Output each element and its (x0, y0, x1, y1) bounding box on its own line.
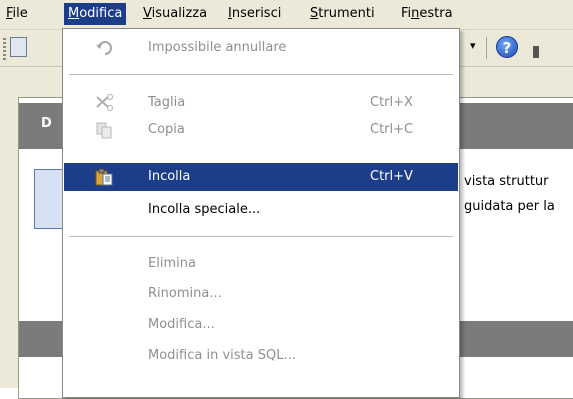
menu-modifica[interactable]: Modifica (64, 3, 127, 25)
menu-item-paste-special[interactable]: Incolla speciale... (64, 196, 458, 224)
menu-item-label: Taglia (148, 95, 186, 110)
menu-bar: File Modifica Visualizza Inserisci Strum… (0, 0, 573, 30)
menu-finestra-a: Fi (401, 6, 412, 21)
task-text-1[interactable]: vista struttur (464, 174, 549, 189)
menu-modifica-rest: odifica (79, 6, 123, 21)
menu-item-label: Rinomina... (148, 286, 222, 301)
toolbar-separator (486, 37, 487, 59)
section-header-label: D (41, 116, 52, 131)
menu-item-shortcut: Ctrl+V (370, 169, 413, 184)
menu-item-copy[interactable]: Copia Ctrl+C (64, 116, 458, 144)
menu-item-undo[interactable]: Impossibile annullare (64, 34, 458, 62)
menu-item-delete[interactable]: Elimina (64, 250, 458, 278)
toolbar-overflow-icon[interactable] (533, 46, 539, 58)
menu-strumenti[interactable]: Strumenti (306, 3, 379, 25)
dropdown-arrow-icon[interactable]: ▾ (470, 39, 476, 52)
menu-item-label: Copia (148, 122, 185, 137)
menu-finestra-b: estra (419, 6, 453, 21)
menu-item-paste[interactable]: Incolla Ctrl+V (64, 163, 458, 191)
new-document-icon[interactable] (10, 37, 27, 57)
menu-item-cut[interactable]: Taglia Ctrl+X (64, 89, 458, 117)
menu-item-label: Incolla (148, 169, 191, 184)
copy-icon (96, 122, 112, 139)
paste-icon (95, 168, 113, 186)
menu-file[interactable]: File (2, 3, 32, 25)
menu-separator (69, 236, 453, 237)
menu-item-edit-sql[interactable]: Modifica in vista SQL... (64, 342, 458, 370)
menu-inserisci-rest: nserisci (231, 6, 282, 21)
menu-file-rest: ile (12, 6, 28, 21)
scissors-icon (96, 94, 113, 111)
menu-item-shortcut: Ctrl+C (370, 122, 414, 137)
menu-item-label: Modifica in vista SQL... (148, 348, 296, 363)
undo-icon (96, 41, 112, 55)
menu-visualizza[interactable]: Visualizza (139, 3, 211, 25)
menu-strumenti-rest: trumenti (318, 6, 375, 21)
menu-item-label: Modifica... (148, 317, 215, 332)
toolbar-grip[interactable] (3, 38, 6, 60)
menu-item-label: Elimina (148, 256, 196, 271)
menu-item-label: Impossibile annullare (148, 40, 287, 55)
menu-item-rename[interactable]: Rinomina... (64, 280, 458, 308)
menu-separator (69, 74, 453, 75)
menu-inserisci[interactable]: Inserisci (224, 3, 285, 25)
menu-visualizza-rest: isualizza (151, 6, 208, 21)
menu-item-edit[interactable]: Modifica... (64, 311, 458, 339)
task-text-2[interactable]: guidata per la (464, 199, 555, 214)
edit-menu: Impossibile annullare Taglia Ctrl+X Copi… (62, 28, 460, 398)
help-icon[interactable]: ? (496, 36, 518, 58)
menu-item-shortcut: Ctrl+X (370, 95, 413, 110)
menu-item-label: Incolla speciale... (148, 202, 261, 217)
menu-finestra[interactable]: Finestra (397, 3, 457, 25)
